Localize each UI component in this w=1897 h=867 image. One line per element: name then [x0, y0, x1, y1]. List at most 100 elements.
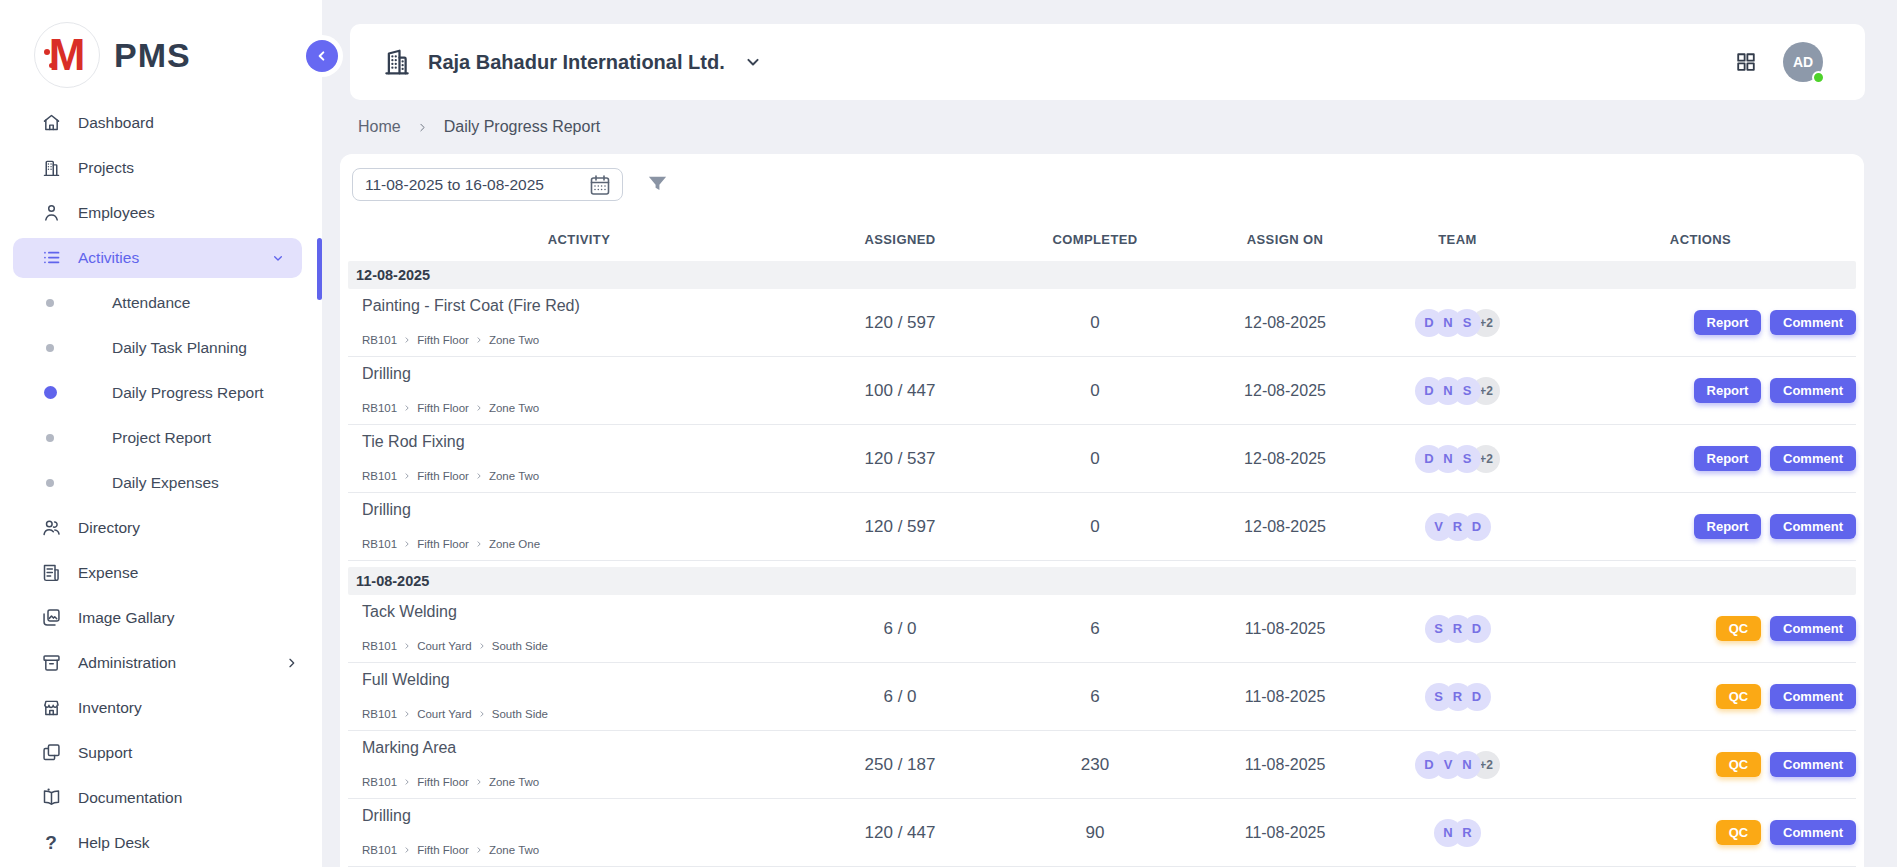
team-avatar[interactable]: V [1425, 513, 1453, 541]
sidebar-item-activities[interactable]: Activities [13, 238, 302, 278]
breadcrumb-home[interactable]: Home [358, 118, 401, 136]
sidebar-subitem-label: Daily Expenses [112, 474, 219, 492]
sidebar-item-employees[interactable]: Employees [0, 190, 322, 235]
question-icon: ? [40, 832, 62, 854]
comment-button[interactable]: Comment [1770, 310, 1856, 335]
chevron-right-icon [475, 846, 483, 854]
sidebar-item-label: Documentation [78, 789, 182, 807]
team-avatar[interactable]: S [1425, 615, 1453, 643]
date-range-input[interactable]: 11-08-2025 to 16-08-2025 [352, 168, 623, 201]
sidebar-item-help-desk[interactable]: ?Help Desk [0, 820, 322, 865]
activity-path-segment: Court Yard [417, 640, 472, 652]
comment-button[interactable]: Comment [1770, 446, 1856, 471]
receipt-icon [40, 562, 62, 584]
sidebar-subitem-label: Daily Task Planning [112, 339, 247, 357]
content-card: 11-08-2025 to 16-08-2025 ACTIVITYASSIGNE… [340, 154, 1864, 867]
table-row: Tie Rod FixingRB101Fifth FloorZone Two12… [348, 425, 1856, 493]
sidebar-item-label: Image Gallary [78, 609, 174, 627]
comment-button[interactable]: Comment [1770, 514, 1856, 539]
logo-letter: M [49, 33, 86, 77]
comment-button[interactable]: Comment [1770, 684, 1856, 709]
sidebar-collapse-button[interactable] [306, 40, 338, 72]
activity-path-segment: Zone Two [489, 402, 539, 414]
team-avatar[interactable]: D [1415, 309, 1443, 337]
chevron-right-icon [475, 336, 483, 344]
sidebar-item-label: Projects [78, 159, 134, 177]
sidebar-item-directory[interactable]: Directory [0, 505, 322, 550]
sidebar-scrollbar-thumb[interactable] [317, 238, 322, 300]
actions-cell: Report Comment [1545, 493, 1856, 560]
chevron-down-icon [270, 250, 286, 266]
table-row: Marking AreaRB101Fifth FloorZone Two250 … [348, 731, 1856, 799]
apps-grid-icon[interactable] [1735, 51, 1757, 73]
sidebar-item-documentation[interactable]: Documentation [0, 775, 322, 820]
building-icon [382, 47, 412, 77]
team-avatar[interactable]: S [1425, 683, 1453, 711]
bullet-icon [46, 479, 54, 487]
activity-path-segment: RB101 [362, 470, 397, 482]
team-avatar[interactable]: D [1415, 751, 1443, 779]
assign-on-value: 11-08-2025 [1200, 595, 1370, 662]
sidebar-item-image-gallary[interactable]: Image Gallary [0, 595, 322, 640]
activity-path-segment: Fifth Floor [417, 470, 469, 482]
activity-cell: DrillingRB101Fifth FloorZone Two [348, 357, 810, 424]
store-icon [40, 697, 62, 719]
activity-path-segment: South Side [492, 640, 548, 652]
chevron-right-icon [475, 404, 483, 412]
completed-value: 6 [990, 595, 1200, 662]
sidebar-item-administration[interactable]: Administration [0, 640, 322, 685]
sidebar-item-expense[interactable]: Expense [0, 550, 322, 595]
sidebar-item-label: Support [78, 744, 132, 762]
sidebar-subitem-daily-progress-report[interactable]: Daily Progress Report [0, 370, 322, 415]
chevron-right-icon [403, 642, 411, 650]
sidebar-subitem-project-report[interactable]: Project Report [0, 415, 322, 460]
chevron-right-icon [416, 121, 429, 134]
assigned-value: 6 / 0 [810, 595, 990, 662]
team-avatar[interactable]: D [1415, 377, 1443, 405]
team-cell: SRD [1370, 595, 1545, 662]
table-row: Full WeldingRB101Court YardSouth Side6 /… [348, 663, 1856, 731]
company-selector[interactable]: Raja Bahadur International Ltd. [382, 47, 763, 77]
assigned-value: 250 / 187 [810, 731, 990, 798]
team-cell: VRD [1370, 493, 1545, 560]
sidebar: M PMS Dashboard Projects EmployeesActiviti… [0, 0, 322, 867]
actions-cell: Report Comment [1545, 357, 1856, 424]
sidebar-item-projects[interactable]: Projects [0, 145, 322, 190]
team-avatar[interactable]: N [1434, 819, 1462, 847]
activity-title: Drilling [362, 807, 411, 825]
completed-value: 0 [990, 357, 1200, 424]
avatar[interactable]: AD [1783, 42, 1823, 82]
report-button[interactable]: Report [1694, 514, 1761, 539]
sidebar-item-support[interactable]: Support [0, 730, 322, 775]
report-button[interactable]: Report [1694, 446, 1761, 471]
logo-dot [49, 63, 54, 68]
sidebar-subitem-daily-expenses[interactable]: Daily Expenses [0, 460, 322, 505]
qc-button[interactable]: QC [1716, 820, 1761, 845]
comment-button[interactable]: Comment [1770, 616, 1856, 641]
filter-icon[interactable] [646, 173, 669, 196]
report-button[interactable]: Report [1694, 378, 1761, 403]
sidebar-item-inventory[interactable]: Inventory [0, 685, 322, 730]
chevron-right-icon [403, 846, 411, 854]
sidebar-subitem-attendance[interactable]: Attendance [0, 280, 322, 325]
logo-row: M PMS [0, 0, 322, 88]
assigned-value: 120 / 537 [810, 425, 990, 492]
comment-button[interactable]: Comment [1770, 378, 1856, 403]
sidebar-item-dashboard[interactable]: Dashboard [0, 100, 322, 145]
breadcrumb-current: Daily Progress Report [444, 118, 601, 136]
assigned-value: 120 / 447 [810, 799, 990, 866]
completed-value: 0 [990, 425, 1200, 492]
avatar-initials: AD [1793, 54, 1813, 70]
qc-button[interactable]: QC [1716, 616, 1761, 641]
report-button[interactable]: Report [1694, 310, 1761, 335]
book-icon [40, 787, 62, 809]
chevron-right-icon [478, 642, 486, 650]
group-date-band: 11-08-2025 [348, 567, 1856, 595]
comment-button[interactable]: Comment [1770, 752, 1856, 777]
sidebar-item-label: Inventory [78, 699, 142, 717]
qc-button[interactable]: QC [1716, 684, 1761, 709]
team-avatar[interactable]: D [1415, 445, 1443, 473]
comment-button[interactable]: Comment [1770, 820, 1856, 845]
sidebar-subitem-daily-task-planning[interactable]: Daily Task Planning [0, 325, 322, 370]
qc-button[interactable]: QC [1716, 752, 1761, 777]
